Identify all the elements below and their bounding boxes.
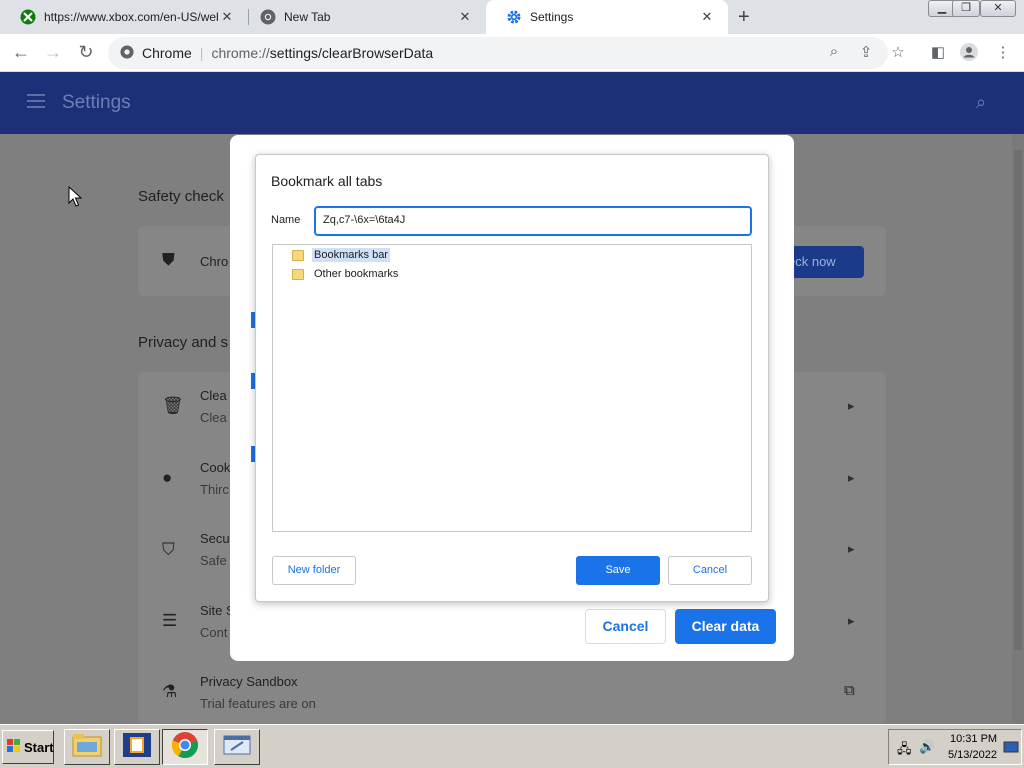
profile-avatar-icon[interactable] [960, 43, 978, 65]
media-player-icon [122, 732, 152, 763]
xbox-icon [20, 9, 36, 25]
cancel-button[interactable]: Cancel [585, 609, 666, 644]
clock-date[interactable]: 5/13/2022 [948, 749, 997, 761]
volume-icon[interactable]: 🔊 [919, 739, 935, 755]
restore-icon[interactable]: ❐ [952, 0, 980, 17]
network-icon[interactable]: 🖧 [897, 740, 912, 762]
zoom-icon[interactable]: ⌕ [825, 43, 843, 60]
app-taskbar-button[interactable] [214, 729, 260, 765]
close-tab-icon[interactable]: ✕ [218, 9, 236, 25]
chrome-icon [171, 731, 199, 764]
close-window-icon[interactable]: ✕ [980, 0, 1016, 17]
new-tab-plus-icon[interactable]: + [738, 6, 750, 29]
omnibox-separator: | [199, 45, 204, 61]
tab-title: Settings [530, 10, 574, 24]
privacy-heading: Privacy and s [138, 334, 229, 351]
tab-title: https://www.xbox.com/en-US/webg [44, 10, 218, 24]
chrome-site-icon [120, 45, 134, 62]
row-subtitle: Cont [200, 625, 228, 640]
flask-icon: ⚗ [162, 682, 178, 701]
site-label: Chrome [142, 45, 192, 61]
search-icon[interactable]: ⌕ [976, 92, 986, 113]
taskbar: Start 🖧 🔊 [0, 724, 1024, 768]
close-tab-icon[interactable]: ✕ [456, 9, 474, 25]
row-title: Cook [200, 460, 231, 475]
media-player-taskbar-button[interactable] [114, 729, 160, 765]
share-icon[interactable]: ⇪ [857, 43, 875, 61]
name-input[interactable]: Zq,c7-\6x=\6ta4J [314, 206, 752, 236]
settings-title: Settings [62, 92, 131, 113]
row-title: Privacy Sandbox [200, 674, 298, 689]
mouse-cursor-icon [68, 185, 83, 213]
row-subtitle: Safe [200, 553, 227, 568]
folder-tree[interactable] [272, 244, 752, 532]
start-label: Start [24, 739, 54, 755]
chevron-right-icon[interactable]: ▸ [848, 470, 855, 486]
side-panel-icon[interactable]: ◧ [929, 43, 947, 61]
chrome-taskbar-button[interactable] [162, 729, 208, 765]
folder-label: Other bookmarks [314, 268, 399, 280]
window-app-icon [222, 733, 252, 762]
kebab-menu-icon[interactable]: ⋮ [994, 43, 1012, 61]
start-button[interactable]: Start [2, 730, 54, 764]
folder-label: Bookmarks bar [312, 248, 390, 262]
tab-settings[interactable]: Settings ✕ [486, 0, 728, 34]
external-link-icon[interactable]: ⧉ [844, 682, 855, 699]
clear-data-button[interactable]: Clear data [675, 609, 776, 644]
row-subtitle: Thirc [200, 482, 229, 497]
chevron-right-icon[interactable]: ▸ [848, 398, 855, 414]
tab-strip: https://www.xbox.com/en-US/webg ✕ New Ta… [0, 0, 1024, 34]
sliders-icon: ☰ [162, 611, 178, 630]
bookmark-star-icon[interactable]: ☆ [889, 43, 907, 61]
folder-item-bookmarks-bar[interactable]: Bookmarks bar [292, 247, 390, 263]
back-arrow-icon[interactable]: ← [10, 42, 32, 63]
explorer-taskbar-button[interactable] [64, 729, 110, 765]
cookie-icon: ● [162, 468, 173, 487]
tab-new-tab[interactable]: New Tab ✕ [240, 0, 486, 34]
chrome-icon [260, 9, 276, 25]
folder-icon [292, 249, 304, 261]
safety-row-text: Chro [200, 254, 229, 269]
cancel-button[interactable]: Cancel [668, 556, 752, 585]
name-label: Name [271, 214, 301, 226]
clock-time[interactable]: 10:31 PM [950, 733, 997, 745]
folder-item-other-bookmarks[interactable]: Other bookmarks [292, 266, 400, 282]
tab-title: New Tab [284, 10, 331, 24]
browser-toolbar: ← → ↻ Chrome | chrome:// settings/clearB… [0, 34, 1024, 72]
scrollbar-thumb[interactable] [1014, 150, 1022, 650]
row-title: Clea [200, 388, 227, 403]
row-title: Secu [200, 531, 230, 546]
dialog-title: Bookmark all tabs [271, 173, 383, 189]
settings-header: Settings ⌕ [0, 72, 1024, 134]
url-prefix: chrome:// [211, 45, 270, 61]
gear-icon [506, 9, 522, 25]
forward-arrow-icon[interactable]: → [42, 42, 64, 63]
trash-icon: 🗑 [162, 396, 184, 415]
safety-check-heading: Safety check [138, 188, 224, 205]
save-button[interactable]: Save [576, 556, 660, 585]
windows-logo-icon [7, 738, 21, 756]
tab-xbox[interactable]: https://www.xbox.com/en-US/webg ✕ [0, 0, 248, 34]
url-path: settings/clearBrowserData [269, 45, 434, 61]
chevron-right-icon[interactable]: ▸ [848, 613, 855, 629]
address-bar[interactable]: Chrome | chrome:// settings/clearBrowser… [108, 37, 888, 69]
close-tab-icon[interactable]: ✕ [698, 9, 716, 25]
hamburger-menu-icon[interactable] [27, 94, 45, 112]
shield-icon: ⛉ [162, 540, 175, 559]
chevron-right-icon[interactable]: ▸ [848, 541, 855, 557]
folder-icon [292, 268, 304, 280]
shield-check-icon: ⛊ [162, 250, 175, 269]
reload-icon[interactable]: ↻ [75, 42, 97, 63]
folder-icon [72, 733, 102, 762]
new-folder-button[interactable]: New folder [272, 556, 356, 585]
show-desktop-icon[interactable] [1003, 739, 1019, 760]
row-subtitle: Clea [200, 410, 227, 425]
row-subtitle: Trial features are on [200, 696, 316, 711]
